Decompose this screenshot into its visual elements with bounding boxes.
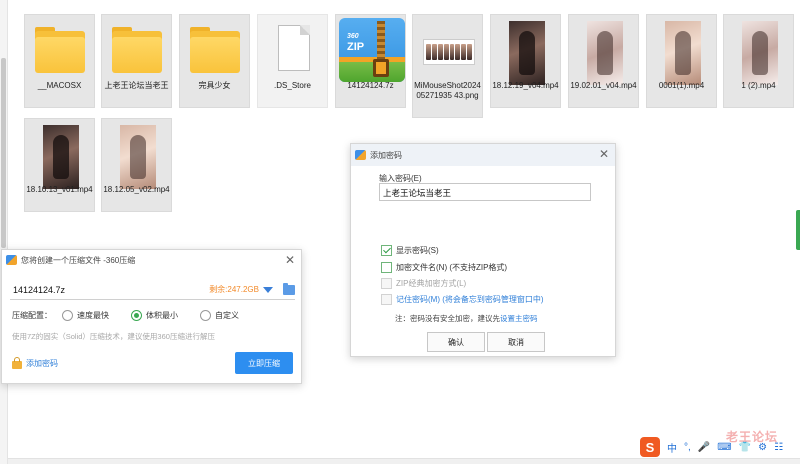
file-tile[interactable]: 18.12.19_v04.mp4: [490, 14, 561, 108]
app-360zip-icon: [6, 255, 17, 265]
dialog-title: 您将创建一个压缩文件 -360压缩: [21, 255, 136, 265]
punctuation-icon[interactable]: °,: [684, 442, 691, 453]
chevron-down-icon[interactable]: [263, 286, 273, 293]
checkbox[interactable]: [381, 262, 392, 273]
video-thumbnail: [110, 125, 165, 189]
dialog-title: 添加密码: [370, 150, 402, 160]
file-tile[interactable]: 完具少女: [179, 14, 250, 108]
security-note: 注：密码没有安全加密，建议先设置主密码: [395, 313, 538, 324]
option-label: 显示密码(S): [396, 246, 439, 255]
zip-archive-icon: 360 ZIP: [339, 18, 405, 82]
video-thumbnail: [33, 125, 88, 189]
folder-icon: [110, 21, 165, 79]
option-label: 加密文件名(N) (不支持ZIP格式): [396, 263, 508, 272]
lock-icon: [12, 357, 22, 369]
checkbox-disabled: [381, 278, 392, 289]
option-label: 体积最小: [146, 311, 178, 320]
checkbox[interactable]: [381, 294, 392, 305]
ime-mode-chinese[interactable]: 中: [667, 440, 677, 455]
app-360zip-icon: [355, 150, 366, 160]
option-label: ZIP经典加密方式(L): [396, 279, 467, 288]
microphone-icon[interactable]: 🎤: [698, 442, 710, 453]
radio-button[interactable]: [200, 310, 211, 321]
file-tile[interactable]: 360 ZIP 14124124.7z: [335, 14, 406, 108]
sogou-logo-icon[interactable]: S: [640, 437, 660, 457]
archive-name-input[interactable]: 14124124.7z: [10, 285, 209, 295]
file-name: .DS_Store: [274, 81, 311, 90]
encrypt-filenames-option[interactable]: 加密文件名(N) (不支持ZIP格式): [381, 262, 507, 273]
compression-config: 压缩配置： 速度最快 体积最小 自定义: [12, 310, 261, 321]
dialog-title-bar: 添加密码 ✕: [351, 144, 615, 166]
file-name: 18.12.05_v02.mp4: [103, 185, 170, 194]
vertical-scrollbar[interactable]: [0, 0, 8, 464]
radio-button-selected[interactable]: [131, 310, 142, 321]
file-tile[interactable]: 19.02.01_v04.mp4: [568, 14, 639, 108]
close-icon[interactable]: ✕: [283, 253, 297, 267]
video-thumbnail: [577, 21, 632, 85]
option-smallest[interactable]: 体积最小: [131, 310, 178, 321]
folder-icon: [188, 21, 243, 79]
note-text: 注：密码没有安全加密，建议先: [395, 314, 500, 323]
file-name: MiMouseShot202405271935 43.png: [414, 81, 481, 100]
dialog-title-bar: 您将创建一个压缩文件 -360压缩 ✕: [2, 250, 301, 270]
file-tile[interactable]: 1 (2).mp4: [723, 14, 794, 108]
radio-button[interactable]: [62, 310, 73, 321]
solid-compression-hint: 使用7Z的固实（Solid）压缩技术，建议使用360压缩进行解压: [12, 332, 215, 341]
file-icon: [266, 21, 321, 79]
show-password-option[interactable]: 显示密码(S): [381, 245, 439, 256]
file-tile[interactable]: 上老王论坛当老王: [101, 14, 172, 108]
add-password-link[interactable]: 添加密码: [12, 357, 58, 369]
file-name: 14124124.7z: [347, 81, 394, 90]
watermark: 老王论坛: [726, 430, 779, 444]
file-name: 完具少女: [198, 81, 231, 90]
cancel-button[interactable]: 取消: [487, 332, 545, 352]
file-name: 19.02.01_v04.mp4: [570, 81, 637, 90]
image-icon: [421, 21, 476, 79]
file-tile[interactable]: 0001(1).mp4: [646, 14, 717, 108]
file-tile[interactable]: __MACOSX: [24, 14, 95, 108]
confirm-button[interactable]: 确认: [427, 332, 485, 352]
horizontal-scrollbar[interactable]: [8, 458, 800, 464]
file-tile[interactable]: .DS_Store: [257, 14, 328, 108]
scrollbar-thumb[interactable]: [1, 58, 6, 248]
zip-classic-option: ZIP经典加密方式(L): [381, 278, 466, 289]
password-input[interactable]: 上老王论坛当老王: [379, 183, 591, 201]
option-label: 速度最快: [77, 311, 109, 320]
side-widget-tab[interactable]: [796, 210, 800, 250]
option-label: 自定义: [215, 311, 239, 320]
video-thumbnail: [732, 21, 787, 85]
add-password-dialog: 添加密码 ✕ 输入密码(E) 上老王论坛当老王 显示密码(S) 加密文件名(N)…: [350, 143, 616, 357]
archive-name-field[interactable]: 14124124.7z 剩余:247.2GB: [10, 280, 295, 300]
config-label: 压缩配置：: [12, 311, 52, 320]
file-name: 18.10.13_v01.mp4: [26, 185, 93, 194]
add-password-label: 添加密码: [26, 359, 58, 368]
file-name: 1 (2).mp4: [741, 81, 776, 90]
video-thumbnail: [655, 21, 710, 85]
create-archive-dialog: 您将创建一个压缩文件 -360压缩 ✕ 14124124.7z 剩余:247.2…: [1, 249, 302, 384]
option-custom[interactable]: 自定义: [200, 310, 239, 321]
option-fastest[interactable]: 速度最快: [62, 310, 109, 321]
browse-folder-icon[interactable]: [283, 282, 295, 295]
file-name: 0001(1).mp4: [658, 81, 705, 90]
checkbox-checked[interactable]: [381, 245, 392, 256]
file-name: __MACOSX: [37, 81, 82, 90]
set-master-password-link[interactable]: 设置主密码: [500, 314, 538, 323]
folder-icon: [33, 21, 88, 79]
file-tile[interactable]: 18.10.13_v01.mp4: [24, 118, 95, 212]
option-label: 记住密码(M) (将会备忘到密码管理窗口中): [396, 295, 544, 304]
file-name: 上老王论坛当老王: [104, 81, 169, 90]
compress-now-button[interactable]: 立即压缩: [235, 352, 293, 374]
file-tile[interactable]: 18.12.05_v02.mp4: [101, 118, 172, 212]
remember-password-option[interactable]: 记住密码(M) (将会备忘到密码管理窗口中): [381, 294, 544, 305]
free-space-label: 剩余:247.2GB: [209, 285, 259, 294]
video-thumbnail: [499, 21, 554, 85]
file-tile[interactable]: MiMouseShot202405271935 43.png: [412, 14, 483, 118]
close-icon[interactable]: ✕: [597, 147, 611, 161]
file-name: 18.12.19_v04.mp4: [492, 81, 559, 90]
